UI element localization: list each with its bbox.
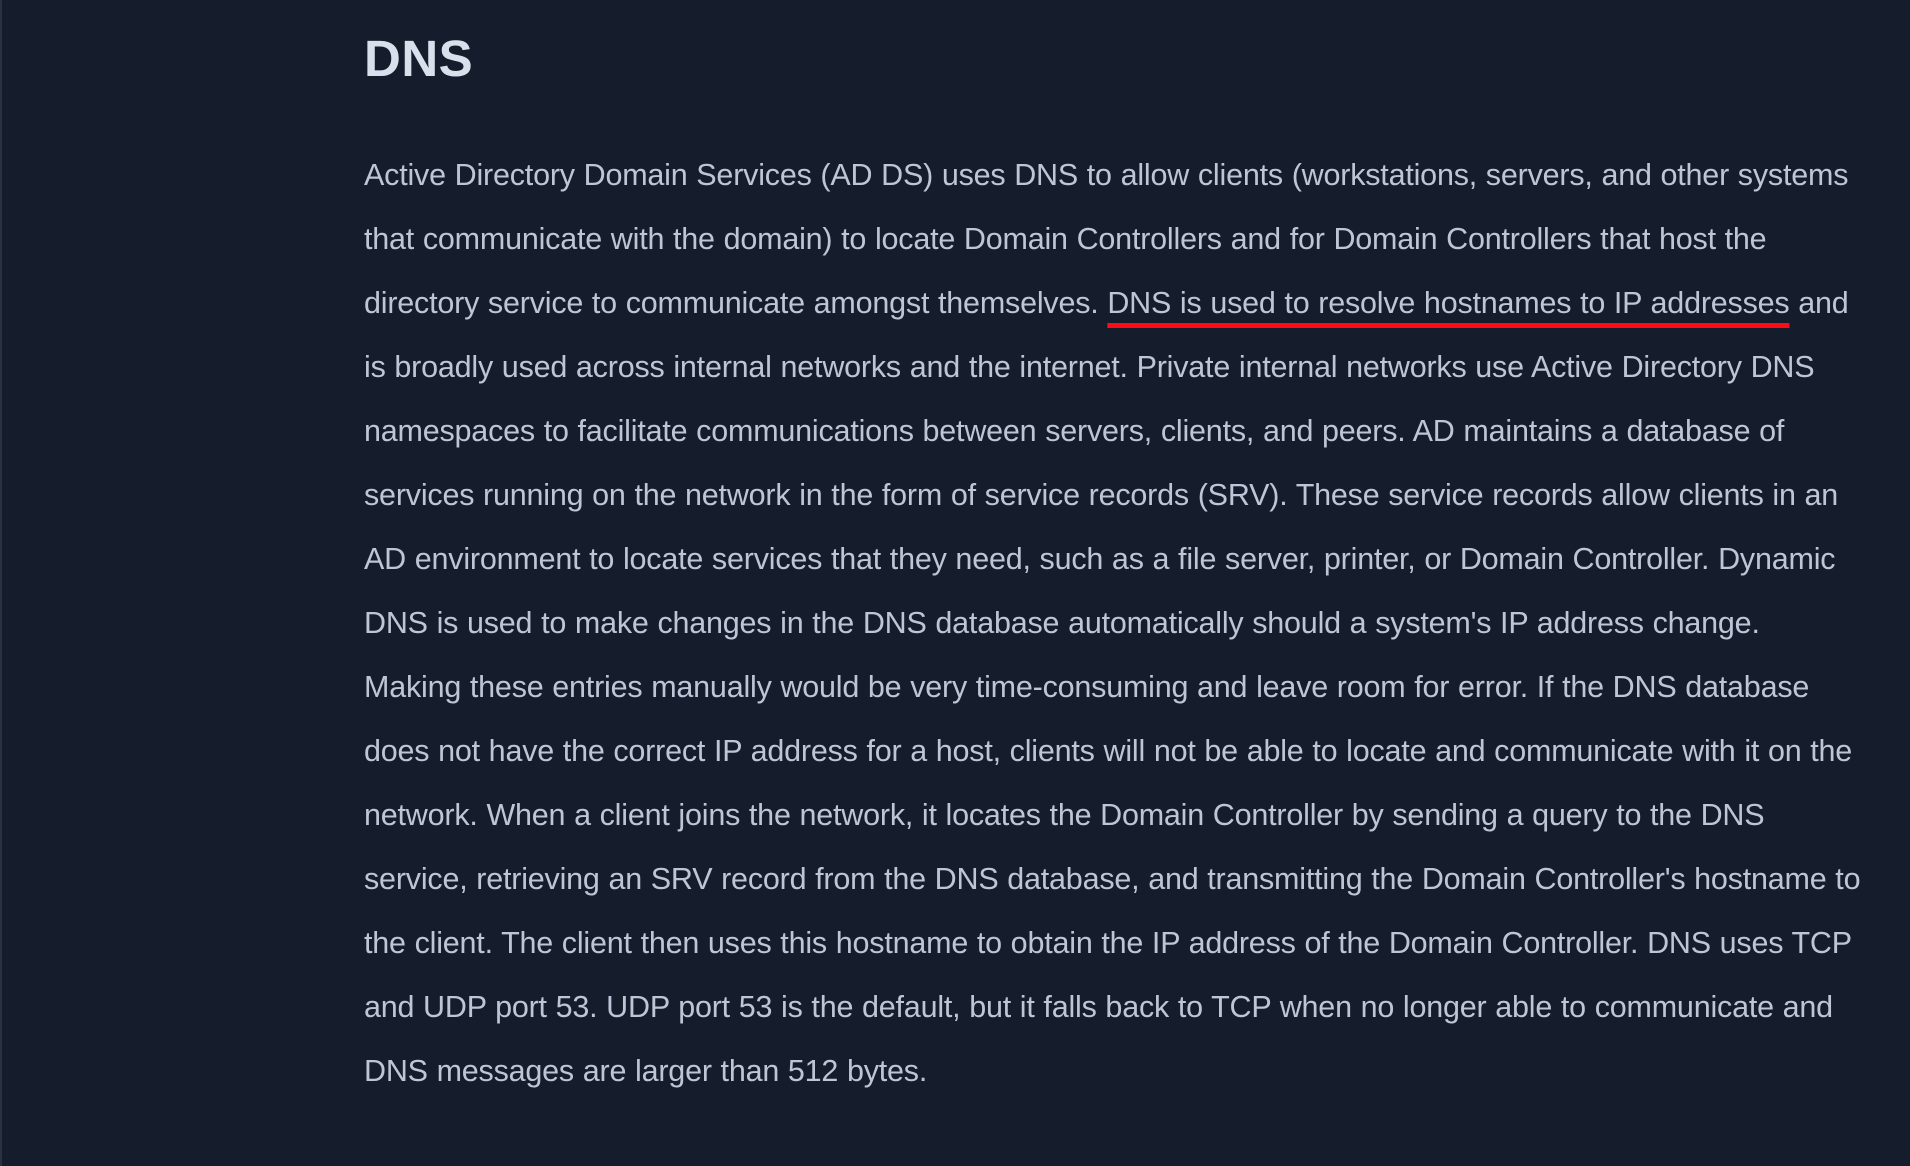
left-border: [0, 0, 2, 1166]
paragraph-text-after-highlight: and is broadly used across internal netw…: [364, 286, 1861, 1088]
dns-paragraph: Active Directory Domain Services (AD DS)…: [364, 96, 1864, 1103]
page-title: DNS: [364, 30, 474, 87]
red-underlined-text: DNS is used to resolve hostnames to IP a…: [1107, 286, 1790, 320]
article-content: DNS Active Directory Domain Services (AD…: [364, 0, 1864, 1103]
